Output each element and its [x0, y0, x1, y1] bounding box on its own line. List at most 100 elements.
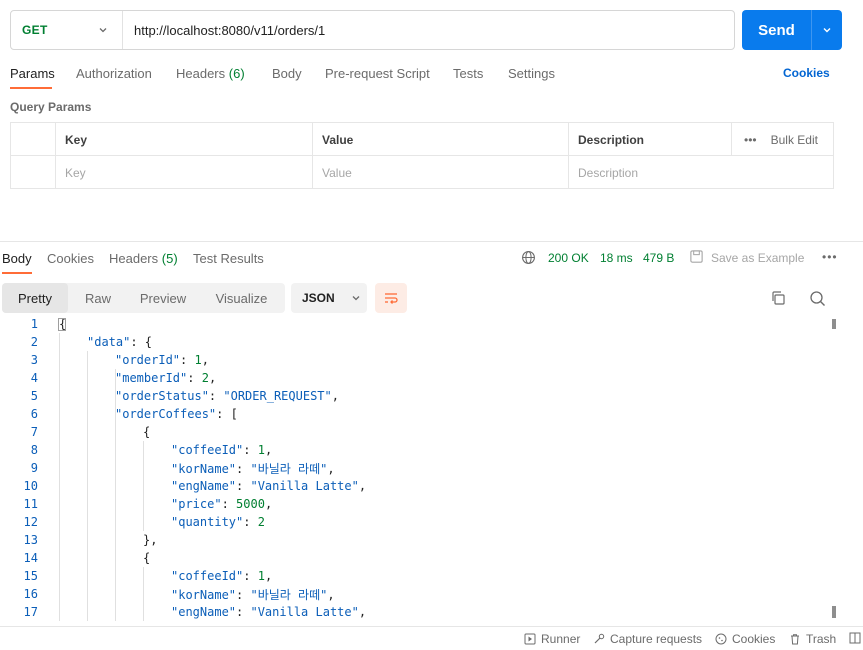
line-number: 5: [30, 389, 38, 403]
cookies-link[interactable]: Cookies: [783, 66, 830, 80]
line-number: 13: [23, 533, 38, 547]
tab-tests[interactable]: Tests: [453, 66, 483, 81]
response-tab-body[interactable]: Body: [2, 251, 32, 266]
description-input[interactable]: Description: [568, 156, 833, 189]
send-button[interactable]: Send: [742, 10, 842, 50]
pane-divider[interactable]: [0, 241, 863, 242]
response-size[interactable]: 479 B: [643, 251, 674, 265]
code-line: 13},: [0, 531, 840, 549]
column-value: Value: [312, 123, 568, 156]
send-options-button[interactable]: [812, 25, 842, 35]
tab-body[interactable]: Body: [272, 66, 302, 81]
capture-label: Capture requests: [610, 632, 703, 646]
cookies-label: Cookies: [732, 632, 776, 646]
status-bar: Runner Capture requests Cookies Trash: [0, 626, 863, 650]
code-text: "orderCoffees": [: [115, 407, 238, 421]
view-pretty[interactable]: Pretty: [2, 283, 68, 313]
response-tab-cookies[interactable]: Cookies: [47, 251, 94, 266]
value-input[interactable]: Value: [312, 156, 568, 189]
method-select[interactable]: GET: [11, 11, 123, 49]
code-line: 8 "coffeeId": 1,: [0, 441, 840, 459]
editor-scrollbar[interactable]: [832, 319, 836, 619]
runner-button[interactable]: Runner: [524, 632, 580, 646]
line-number: 10: [23, 479, 38, 493]
code-text: "engName": "Vanilla Latte",: [171, 605, 367, 619]
line-number: 16: [23, 587, 38, 601]
bulk-edit-area: ••• Bulk Edit: [731, 123, 818, 156]
status-code[interactable]: 200 OK: [548, 251, 589, 265]
response-tab-test-results[interactable]: Test Results: [193, 251, 264, 266]
headers-count: (6): [228, 66, 245, 81]
line-number: 14: [23, 551, 38, 565]
line-number: 2: [30, 335, 38, 349]
trash-label: Trash: [806, 632, 837, 646]
scrollbar-thumb-top[interactable]: [832, 319, 836, 329]
tab-pre-request-script[interactable]: Pre-request Script: [325, 66, 430, 81]
search-icon[interactable]: [809, 290, 826, 307]
line-number: 7: [30, 425, 38, 439]
code-line: 2 "data": {: [0, 333, 840, 351]
format-label: JSON: [302, 291, 335, 305]
trash-button[interactable]: Trash: [789, 632, 836, 646]
capture-requests-button[interactable]: Capture requests: [593, 632, 702, 646]
url-input[interactable]: http://localhost:8080/v11/orders/1: [123, 23, 325, 38]
tab-settings[interactable]: Settings: [508, 66, 555, 81]
code-line: 5 "orderStatus": "ORDER_REQUEST",: [0, 387, 840, 405]
code-text: "orderStatus": "ORDER_REQUEST",: [115, 389, 339, 403]
line-number: 17: [23, 605, 38, 619]
code-line: 3 "orderId": 1,: [0, 351, 840, 369]
column-description: Description: [568, 123, 731, 156]
line-number: 3: [30, 353, 38, 367]
view-preview[interactable]: Preview: [128, 283, 198, 313]
line-number: 9: [30, 461, 38, 475]
tab-authorization[interactable]: Authorization: [76, 66, 152, 81]
code-text: "korName": "바닐라 라떼",: [171, 461, 335, 476]
layout-toggle-button[interactable]: [849, 632, 861, 644]
indent-guide: [59, 333, 60, 621]
code-line: 16 "korName": "바닐라 라떼",: [0, 585, 840, 603]
code-line: 9 "korName": "바닐라 라떼",: [0, 459, 840, 477]
code-line: 14 {: [0, 549, 840, 567]
code-text: {: [143, 551, 151, 565]
response-time[interactable]: 18 ms: [600, 251, 633, 265]
globe-icon[interactable]: [521, 250, 536, 265]
scrollbar-thumb-bottom[interactable]: [832, 606, 836, 618]
capture-icon: [594, 633, 605, 644]
code-text: {: [143, 425, 151, 439]
code-line: 4 "memberId": 2,: [0, 369, 840, 387]
code-text: },: [143, 533, 158, 547]
format-select[interactable]: JSON: [291, 283, 367, 313]
view-raw[interactable]: Raw: [68, 283, 128, 313]
tab-headers[interactable]: Headers (6): [176, 66, 245, 81]
copy-icon[interactable]: [770, 290, 786, 306]
response-body-editor[interactable]: 1{2 "data": { 3 "orderId": 1, 4 "memberId": 2…: [0, 315, 840, 621]
code-line: 6 "orderCoffees": [: [0, 405, 840, 423]
code-text: "coffeeId": 1,: [171, 443, 273, 457]
layout-icon: [849, 632, 861, 644]
code-line: 11 "price": 5000,: [0, 495, 840, 513]
code-line: 10 "engName": "Vanilla Latte",: [0, 477, 840, 495]
code-line: 1{: [0, 315, 840, 333]
line-number: 8: [30, 443, 38, 457]
cookie-icon: [715, 633, 727, 645]
wrap-lines-button[interactable]: [375, 283, 407, 313]
code-line: 17 "engName": "Vanilla Latte",: [0, 603, 840, 621]
bulk-edit-button[interactable]: Bulk Edit: [771, 133, 818, 147]
response-tab-headers[interactable]: Headers (5): [109, 251, 178, 266]
view-visualize[interactable]: Visualize: [198, 283, 285, 313]
query-params-title: Query Params: [10, 100, 92, 114]
footer-cookies-button[interactable]: Cookies: [715, 632, 775, 646]
method-label: GET: [22, 23, 48, 37]
more-options-icon[interactable]: •••: [822, 250, 838, 264]
line-number: 12: [23, 515, 38, 529]
key-input[interactable]: Key: [55, 156, 312, 189]
table-row: Key Value Description: [11, 156, 833, 189]
code-text: "orderId": 1,: [115, 353, 209, 367]
trash-icon: [791, 634, 799, 645]
request-bar: GET http://localhost:8080/v11/orders/1: [10, 10, 735, 50]
query-params-table: Key Value Description ••• Bulk Edit Key …: [10, 122, 834, 189]
response-headers-count: (5): [161, 251, 178, 266]
tab-params[interactable]: Params: [10, 66, 55, 81]
more-options-icon[interactable]: •••: [744, 133, 757, 147]
save-as-example-button[interactable]: Save as Example: [711, 251, 804, 265]
